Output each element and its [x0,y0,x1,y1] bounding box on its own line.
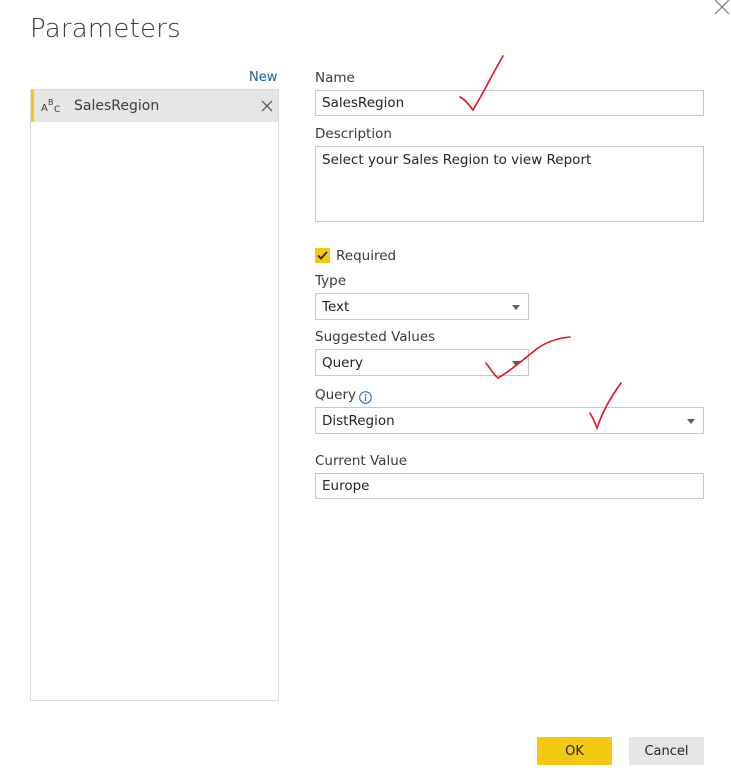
name-label: Name [315,70,355,86]
dialog-title: Parameters [30,14,181,44]
required-checkbox[interactable] [315,248,330,263]
ok-button[interactable]: OK [537,737,612,765]
new-parameter-link[interactable]: New [249,70,277,85]
type-dropdown[interactable]: Text [315,293,529,320]
query-label: Query [315,387,357,403]
abc-text-type-icon: A B C [41,97,65,115]
current-value-label: Current Value [315,453,408,469]
type-value: Text [322,299,350,315]
suggested-values-value: Query [322,355,364,371]
parameter-list-item[interactable]: A B C SalesRegion [31,90,278,122]
name-input[interactable] [315,90,704,116]
query-value: DistRegion [322,413,395,429]
description-input[interactable]: Select your Sales Region to view Report [315,146,704,222]
current-value-input[interactable] [315,473,704,499]
info-icon[interactable] [359,389,372,404]
cancel-button[interactable]: Cancel [629,737,704,765]
parameter-list: A B C SalesRegion [30,89,279,701]
required-label: Required [336,248,397,264]
parameter-name: SalesRegion [74,98,160,114]
type-label: Type [315,273,347,289]
delete-parameter-icon[interactable] [260,98,274,112]
chevron-down-icon [512,361,520,366]
suggested-values-dropdown[interactable]: Query [315,349,529,376]
chevron-down-icon [687,419,695,424]
query-dropdown[interactable]: DistRegion [315,407,704,434]
close-icon[interactable] [711,0,731,16]
svg-text:A: A [41,103,48,114]
svg-text:B: B [48,98,54,107]
svg-text:C: C [54,105,60,115]
chevron-down-icon [512,305,520,310]
suggested-values-label: Suggested Values [315,329,436,345]
description-label: Description [315,126,392,142]
